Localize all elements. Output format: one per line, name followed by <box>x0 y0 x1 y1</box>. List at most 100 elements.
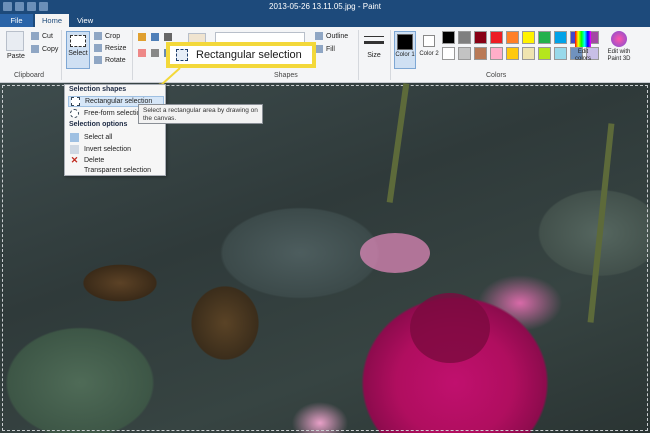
menu-item-label: Transparent selection <box>84 167 152 174</box>
transparent-selection-icon <box>70 166 79 175</box>
color1-swatch <box>397 34 413 50</box>
shapes-group-label: Shapes <box>274 72 298 79</box>
size-button[interactable]: Size <box>364 32 384 64</box>
color-swatch[interactable] <box>538 47 551 60</box>
paint3d-button[interactable]: Edit with Paint 3D <box>600 31 638 69</box>
color-swatch[interactable] <box>474 47 487 60</box>
rotate-label: Rotate <box>105 56 126 64</box>
outline-icon <box>315 32 323 40</box>
menu-item-select-all[interactable]: Select all <box>68 132 164 143</box>
crop-button[interactable]: Crop <box>94 32 120 40</box>
resize-label: Resize <box>105 44 127 52</box>
rotate-button[interactable]: Rotate <box>94 56 126 64</box>
rose-highlight <box>360 233 430 273</box>
color-swatch[interactable] <box>506 31 519 44</box>
color-swatch[interactable] <box>442 31 455 44</box>
color-swatch[interactable] <box>538 31 551 44</box>
rotate-icon <box>94 56 102 64</box>
paint3d-label: Edit with Paint 3D <box>607 49 631 62</box>
home-tab[interactable]: Home <box>35 14 70 27</box>
color-swatch[interactable] <box>458 47 471 60</box>
ribbon-separator <box>390 30 391 80</box>
rectangular-selection-callout: Rectangular selection <box>166 42 316 68</box>
menu-item-label: Invert selection <box>84 146 132 153</box>
color-swatch[interactable] <box>442 47 455 60</box>
eraser-icon[interactable] <box>138 49 146 57</box>
resize-button[interactable]: Resize <box>94 44 126 52</box>
fill-icon <box>315 45 323 53</box>
rectangular-selection-icon <box>176 49 188 61</box>
paste-label: Paste <box>7 53 25 60</box>
menu-item-transparent-selection[interactable]: Transparent selection <box>68 165 164 176</box>
freeform-select-icon <box>70 109 79 118</box>
copy-label: Copy <box>42 45 59 53</box>
color1-label: Color 1 <box>395 52 415 58</box>
scissors-icon <box>31 32 39 40</box>
edit-colors-button[interactable]: Edit colors <box>572 31 594 69</box>
color-swatch[interactable] <box>522 31 535 44</box>
text-icon[interactable] <box>164 33 172 41</box>
color-swatch[interactable] <box>522 47 535 60</box>
color2-label: Color 2 <box>419 51 439 57</box>
ribbon-separator <box>132 30 133 80</box>
paste-button[interactable]: Paste <box>7 53 25 60</box>
callout-label: Rectangular selection <box>196 49 302 61</box>
menu-item-invert-selection[interactable]: Invert selection <box>68 144 164 155</box>
color-picker-icon[interactable] <box>151 49 159 57</box>
color-swatch[interactable] <box>554 31 567 44</box>
rose-center <box>410 293 490 363</box>
invert-selection-icon <box>70 145 79 154</box>
pencil-icon[interactable] <box>138 33 146 41</box>
menu-item-label: Select all <box>84 134 113 141</box>
ribbon: Paste Cut Copy Clipboard Select Crop Res… <box>0 27 650 83</box>
crop-icon <box>94 32 102 40</box>
colors-group-label: Colors <box>486 72 507 79</box>
selection-shapes-header: Selection shapes <box>69 86 127 93</box>
fill-dropdown[interactable]: Fill <box>315 45 335 53</box>
paste-icon[interactable] <box>6 31 24 51</box>
outline-dropdown[interactable]: Outline <box>315 32 348 40</box>
select-button[interactable]: Select <box>66 31 90 69</box>
window-title: 2013-05-26 13.11.05.jpg - Paint <box>269 2 381 11</box>
title-bar: 2013-05-26 13.11.05.jpg - Paint <box>0 0 650 14</box>
view-tab[interactable]: View <box>70 14 100 27</box>
color-swatch[interactable] <box>474 31 487 44</box>
line-width-icon <box>364 36 384 44</box>
select-label: Select <box>68 50 88 57</box>
color2-button[interactable]: Color 2 <box>419 31 439 69</box>
color-swatch[interactable] <box>554 47 567 60</box>
size-label: Size <box>367 52 381 59</box>
outline-label: Outline <box>326 32 349 40</box>
paint3d-icon <box>611 31 627 47</box>
select-all-icon <box>70 133 79 142</box>
color-swatch[interactable] <box>490 31 503 44</box>
ribbon-separator <box>358 30 359 80</box>
resize-icon <box>94 44 102 52</box>
color2-swatch <box>423 35 435 47</box>
tooltip: Select a rectangular area by drawing on … <box>138 104 263 124</box>
edit-colors-label: Edit colors <box>574 49 591 62</box>
cut-button[interactable]: Cut <box>31 32 53 40</box>
tools-row-1 <box>138 33 172 41</box>
crop-label: Crop <box>105 32 121 40</box>
selection-options-header: Selection options <box>69 121 128 128</box>
menu-bar: File Home View <box>0 14 650 27</box>
select-dropdown-menu: Selection shapes Rectangular selection F… <box>64 84 166 176</box>
color-swatch[interactable] <box>490 47 503 60</box>
color1-button[interactable]: Color 1 <box>394 31 416 69</box>
fill-bucket-icon[interactable] <box>151 33 159 41</box>
color-swatch[interactable] <box>506 47 519 60</box>
copy-button[interactable]: Copy <box>31 45 58 53</box>
menu-item-label: Free-form selection <box>84 110 145 117</box>
clipboard-group-label: Clipboard <box>14 72 44 79</box>
fill-label: Fill <box>326 45 335 53</box>
edit-colors-icon <box>575 31 591 47</box>
select-icon <box>70 35 86 47</box>
color-swatch[interactable] <box>458 31 471 44</box>
copy-icon <box>31 45 39 53</box>
menu-item-label: Delete <box>84 157 105 164</box>
ribbon-separator <box>61 30 62 80</box>
file-tab[interactable]: File <box>0 14 33 27</box>
rectangle-select-icon <box>71 97 80 106</box>
cut-label: Cut <box>42 32 53 40</box>
